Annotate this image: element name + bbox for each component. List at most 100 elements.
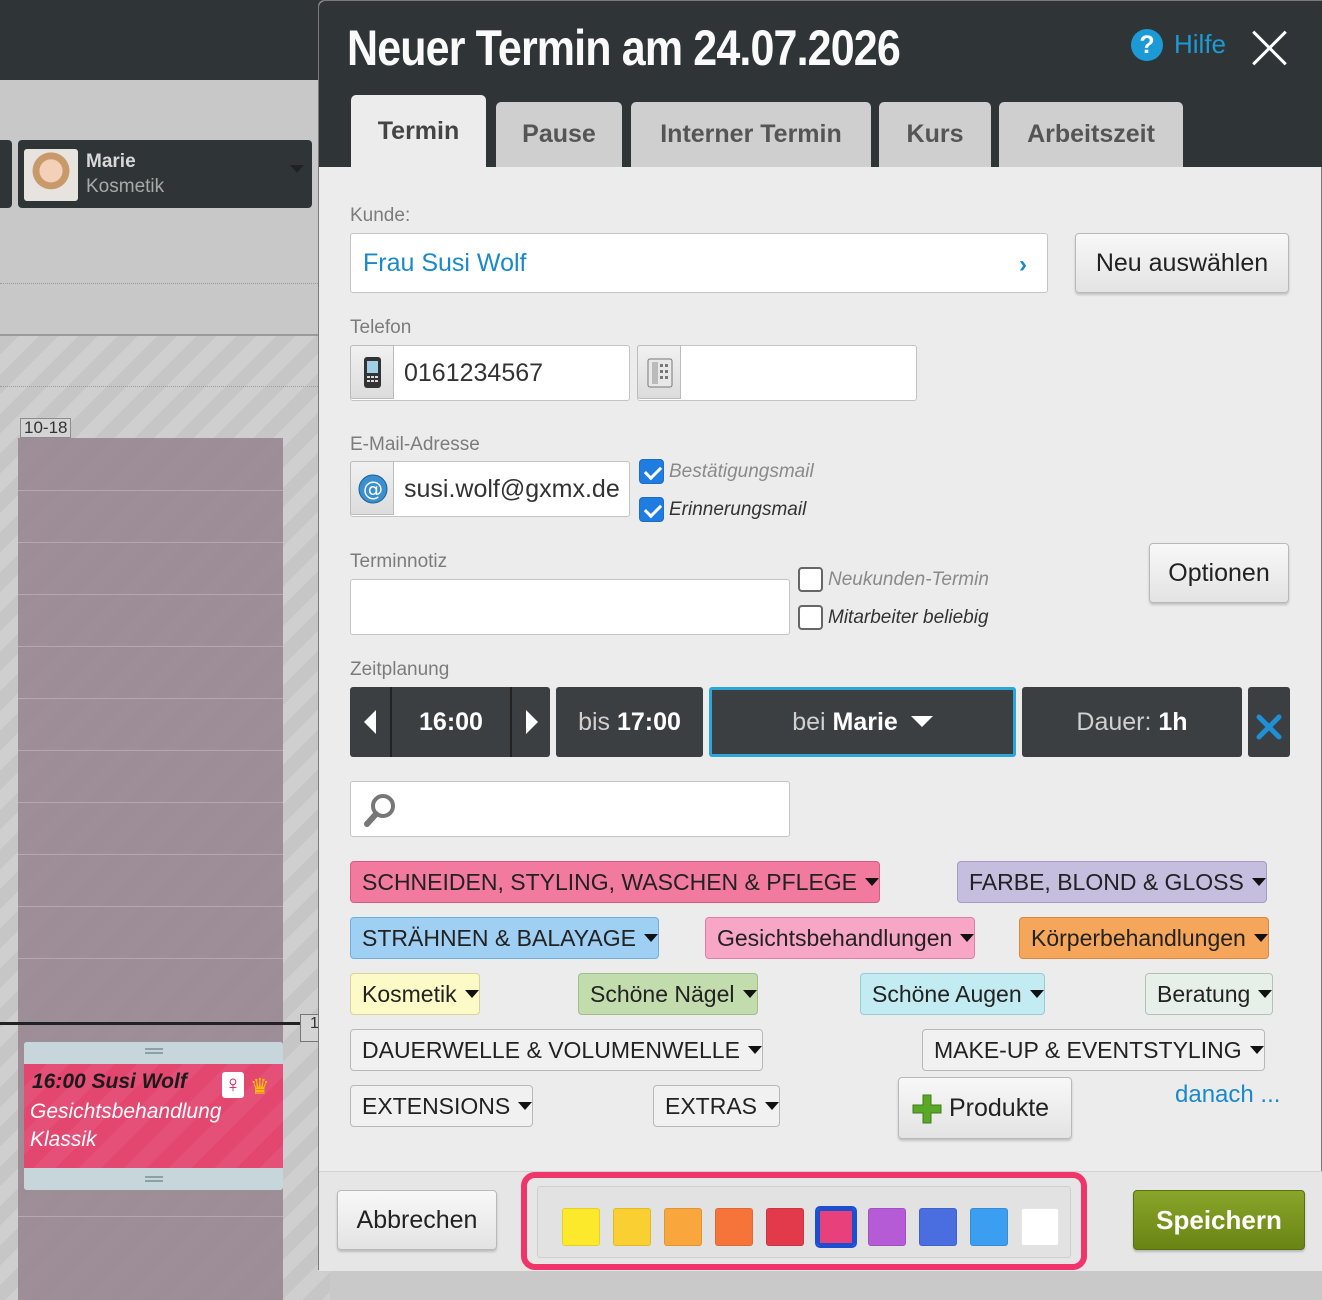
chevron-right-icon[interactable]: ›	[1019, 251, 1027, 279]
color-swatch-pink[interactable]	[817, 1208, 855, 1246]
any-employee-checkbox[interactable]	[798, 605, 823, 630]
save-button[interactable]: Speichern	[1133, 1190, 1305, 1250]
mobile-phone-value[interactable]: 0161234567	[404, 359, 624, 388]
close-icon[interactable]	[1249, 27, 1289, 67]
chevron-down-icon	[1249, 1045, 1264, 1054]
calendar-gridline	[18, 542, 283, 543]
start-time[interactable]: 16:00	[392, 687, 510, 757]
note-label: Terminnotiz	[350, 551, 448, 572]
color-swatch-yellow[interactable]	[562, 1208, 600, 1246]
landline-phone-field[interactable]	[637, 345, 917, 401]
tab-termin[interactable]: Termin	[351, 95, 486, 167]
time-earlier-button[interactable]	[350, 687, 392, 757]
staff-select[interactable]: bei Marie	[709, 687, 1016, 757]
color-swatch-gold[interactable]	[613, 1208, 651, 1246]
appointment-resize-bottom[interactable]	[24, 1168, 283, 1190]
category-augen[interactable]: Schöne Augen	[860, 973, 1045, 1015]
category-gesicht[interactable]: Gesichtsbehandlungen	[705, 917, 976, 959]
duration-button[interactable]: Dauer: 1h	[1022, 687, 1242, 757]
staff-card-previous[interactable]	[0, 140, 12, 208]
dialog-title: Neuer Termin am 24.07.2026	[347, 20, 901, 76]
chevron-down-icon	[742, 989, 757, 998]
current-time-line	[0, 1022, 300, 1025]
category-label: Schöne Augen	[872, 981, 1022, 1007]
options-button[interactable]: Optionen	[1149, 543, 1289, 603]
after-link[interactable]: danach ...	[1175, 1081, 1280, 1109]
calendar-appointment[interactable]: 16:00 Susi Wolf Gesichtsbehandlung Klass…	[24, 1042, 283, 1190]
category-label: EXTENSIONS	[362, 1093, 511, 1119]
tab-arbeitszeit[interactable]: Arbeitszeit	[999, 102, 1183, 167]
clear-x-icon	[1256, 714, 1282, 740]
calendar-gridline	[18, 1216, 283, 1217]
email-value[interactable]: susi.wolf@gxmx.de	[404, 475, 622, 504]
tab-interner-termin[interactable]: Interner Termin	[631, 102, 871, 167]
category-label: FARBE, BLOND & GLOSS	[969, 869, 1244, 895]
appointment-time-customer: 16:00 Susi Wolf	[32, 1070, 187, 1093]
reminder-mail-label[interactable]: Erinnerungsmail	[669, 499, 806, 521]
cancel-button[interactable]: Abbrechen	[337, 1190, 497, 1250]
confirmation-mail-label[interactable]: Bestätigungsmail	[669, 461, 814, 483]
staff-prefix: bei	[792, 708, 826, 736]
customer-name[interactable]: Frau Susi Wolf	[363, 249, 526, 278]
category-extensions[interactable]: EXTENSIONS	[350, 1085, 534, 1127]
category-label: Schöne Nägel	[590, 981, 735, 1007]
chevron-down-icon[interactable]	[290, 165, 304, 173]
chevron-down-icon	[518, 1101, 533, 1110]
category-dauerwelle[interactable]: DAUERWELLE & VOLUMENWELLE	[350, 1029, 763, 1071]
category-schneiden[interactable]: SCHNEIDEN, STYLING, WASCHEN & PFLEGE	[350, 861, 881, 903]
confirmation-mail-checkbox[interactable]	[639, 459, 664, 484]
category-label: STRÄHNEN & BALAYAGE	[362, 925, 636, 951]
category-label: MAKE-UP & EVENTSTYLING	[934, 1037, 1242, 1063]
category-straehnen[interactable]: STRÄHNEN & BALAYAGE	[350, 917, 659, 959]
calendar-gridline	[0, 386, 320, 387]
appointment-resize-top[interactable]	[24, 1042, 283, 1064]
category-farbe[interactable]: FARBE, BLOND & GLOSS	[957, 861, 1267, 903]
end-time-button[interactable]: bis 17:00	[556, 687, 703, 757]
color-swatch-dark-orange[interactable]	[715, 1208, 753, 1246]
color-palette-highlight	[521, 1172, 1087, 1270]
help-icon[interactable]: ?	[1131, 29, 1163, 61]
color-swatch-blue[interactable]	[919, 1208, 957, 1246]
reminder-mail-checkbox[interactable]	[639, 497, 664, 522]
select-customer-button[interactable]: Neu auswählen	[1075, 233, 1289, 293]
color-swatch-white[interactable]	[1021, 1208, 1059, 1246]
duration-prefix: Dauer:	[1076, 708, 1152, 736]
color-swatch-orange[interactable]	[664, 1208, 702, 1246]
tab-kurs[interactable]: Kurs	[879, 102, 991, 167]
calendar-gridline	[18, 490, 283, 491]
mobile-phone-icon	[350, 345, 394, 399]
color-swatch-purple[interactable]	[868, 1208, 906, 1246]
calendar-gridline	[18, 594, 283, 595]
svg-text:@: @	[363, 477, 383, 501]
any-employee-label[interactable]: Mitarbeiter beliebig	[828, 607, 989, 629]
category-naegel[interactable]: Schöne Nägel	[578, 973, 758, 1015]
help-link[interactable]: Hilfe	[1174, 29, 1226, 60]
email-field[interactable]: @ susi.wolf@gxmx.de	[350, 461, 630, 517]
staff-card[interactable]: Marie Kosmetik	[18, 140, 312, 208]
category-label: Gesichtsbehandlungen	[717, 925, 953, 951]
calendar-gridline	[18, 906, 283, 907]
mobile-phone-field[interactable]: 0161234567	[350, 345, 630, 401]
clear-time-button[interactable]	[1248, 687, 1290, 757]
note-field[interactable]	[350, 579, 790, 635]
appointment-body[interactable]: 16:00 Susi Wolf Gesichtsbehandlung Klass…	[24, 1064, 283, 1168]
category-label: Kosmetik	[362, 981, 457, 1007]
chevron-down-icon	[464, 989, 479, 998]
color-swatch-red[interactable]	[766, 1208, 804, 1246]
category-koerper[interactable]: Körperbehandlungen	[1019, 917, 1269, 959]
category-makeup[interactable]: MAKE-UP & EVENTSTYLING	[922, 1029, 1265, 1071]
category-beratung[interactable]: Beratung	[1145, 973, 1274, 1015]
email-label: E-Mail-Adresse	[350, 434, 480, 455]
category-kosmetik[interactable]: Kosmetik	[350, 973, 480, 1015]
tab-pause[interactable]: Pause	[496, 102, 622, 167]
products-button[interactable]: Produkte	[898, 1077, 1072, 1139]
customer-field[interactable]: Frau Susi Wolf ›	[350, 233, 1048, 293]
calendar-gridline	[18, 802, 283, 803]
calendar-gridline	[18, 698, 283, 699]
new-customer-label[interactable]: Neukunden-Termin	[828, 569, 989, 591]
color-swatch-light-blue[interactable]	[970, 1208, 1008, 1246]
service-search-input[interactable]	[350, 781, 790, 837]
time-later-button[interactable]	[510, 687, 550, 757]
category-extras[interactable]: EXTRAS	[653, 1085, 781, 1127]
new-customer-checkbox[interactable]	[798, 567, 823, 592]
